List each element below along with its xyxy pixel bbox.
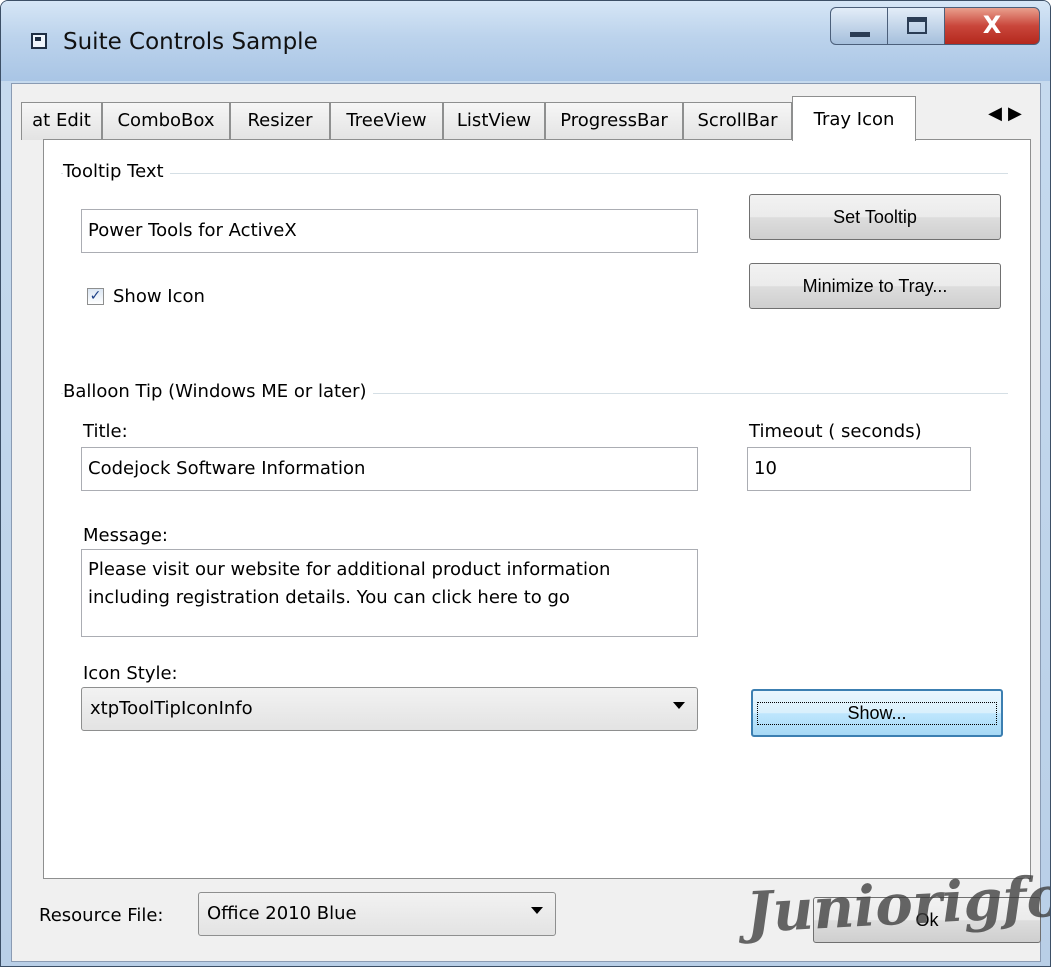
icon-style-dropdown[interactable]: xtpToolTipIconInfo: [81, 687, 698, 731]
tab-progressbar[interactable]: ProgressBar: [545, 102, 683, 140]
maximize-icon: [907, 17, 927, 34]
tab-scroll-right-icon[interactable]: ▶: [1008, 103, 1028, 124]
app-icon: [31, 33, 47, 49]
tab-resizer[interactable]: Resizer: [230, 102, 330, 140]
balloon-group-label: Balloon Tip (Windows ME or later): [63, 381, 373, 402]
tab-listview[interactable]: ListView: [443, 102, 545, 140]
balloon-title-input[interactable]: Codejock Software Information: [81, 447, 698, 491]
show-icon-checkbox[interactable]: ✓: [87, 288, 104, 305]
resource-file-label: Resource File:: [39, 905, 164, 926]
maximize-button[interactable]: [887, 7, 945, 45]
show-icon-label: Show Icon: [113, 286, 205, 307]
resource-file-dropdown[interactable]: Office 2010 Blue: [198, 892, 556, 936]
app-window: Suite Controls Sample X at Edit ComboBox…: [0, 0, 1051, 967]
tab-strip: at Edit ComboBox Resizer TreeView ListVi…: [21, 96, 1016, 141]
tab-format-edit[interactable]: at Edit: [21, 102, 102, 140]
tab-tray-icon[interactable]: Tray Icon: [792, 96, 916, 141]
close-icon: X: [982, 11, 1002, 39]
icon-style-label: Icon Style:: [83, 663, 178, 684]
tab-scroll-buttons[interactable]: ◀▶: [977, 96, 1039, 132]
message-textarea[interactable]: Please visit our website for additional …: [81, 549, 698, 637]
window-title: Suite Controls Sample: [63, 29, 318, 55]
title-bar[interactable]: Suite Controls Sample X: [1, 1, 1050, 81]
chevron-down-icon: [673, 702, 685, 709]
tooltip-text-input[interactable]: Power Tools for ActiveX: [81, 209, 698, 253]
tab-combobox[interactable]: ComboBox: [102, 102, 230, 140]
title-label: Title:: [83, 421, 128, 442]
minimize-to-tray-button[interactable]: Minimize to Tray...: [749, 263, 1001, 309]
tab-scroll-left-icon[interactable]: ◀: [988, 103, 1008, 124]
timeout-label: Timeout ( seconds): [749, 421, 922, 442]
message-line: Please visit our website for additional …: [88, 559, 611, 580]
message-label: Message:: [83, 525, 168, 546]
chevron-down-icon: [531, 907, 543, 914]
close-button[interactable]: X: [944, 7, 1040, 45]
message-line: including registration details. You can …: [88, 587, 570, 608]
minimize-button[interactable]: [830, 7, 888, 45]
show-balloon-button[interactable]: Show...: [751, 689, 1003, 737]
tab-scrollbar[interactable]: ScrollBar: [683, 102, 792, 140]
minimize-icon: [850, 32, 870, 37]
timeout-input[interactable]: 10: [747, 447, 971, 491]
tab-treeview[interactable]: TreeView: [330, 102, 443, 140]
tooltip-group-line: [61, 173, 1008, 174]
set-tooltip-button[interactable]: Set Tooltip: [749, 194, 1001, 240]
tooltip-group-label: Tooltip Text: [63, 161, 170, 182]
